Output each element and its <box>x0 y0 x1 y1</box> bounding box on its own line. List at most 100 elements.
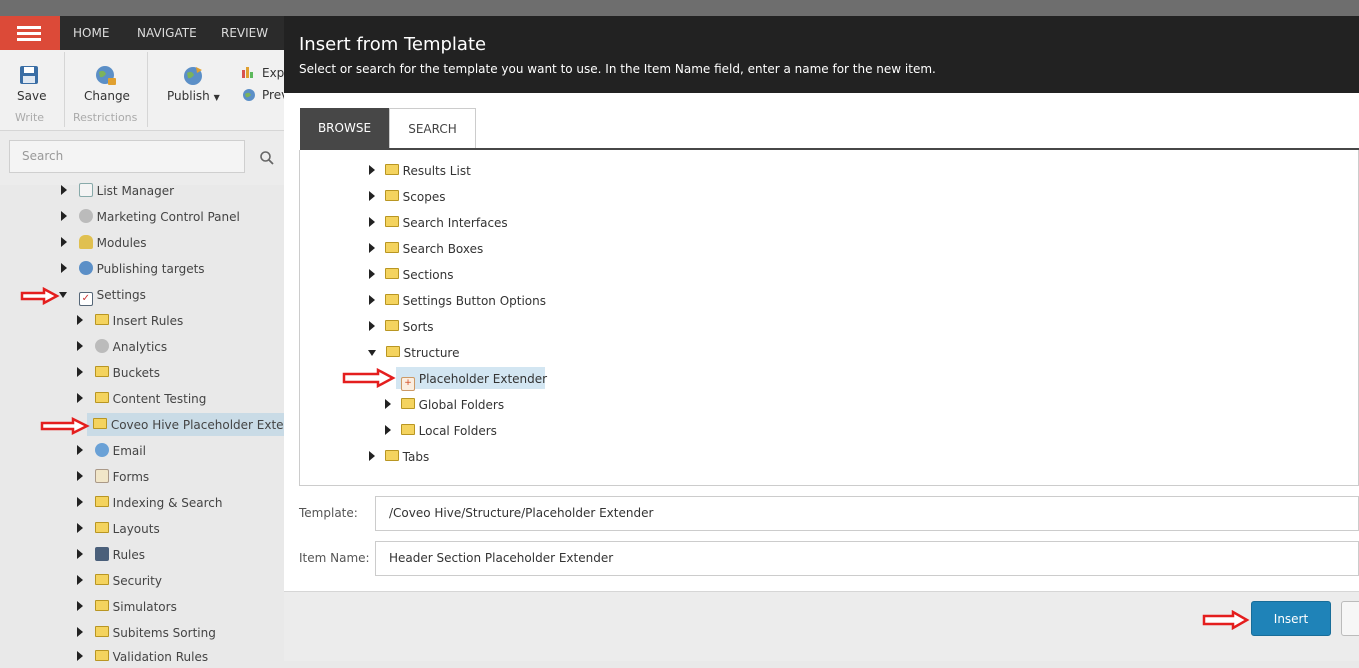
template-tree-item[interactable]: Search Boxes <box>369 238 483 260</box>
tree-item-validation-rules[interactable]: Validation Rules <box>77 646 208 668</box>
template-tree-item[interactable]: Results List <box>369 160 471 182</box>
expand-arrow-icon[interactable] <box>77 575 83 585</box>
tree-item-modules[interactable]: Modules <box>61 232 147 254</box>
tree-item-email[interactable]: Email <box>77 440 146 462</box>
folder-icon <box>384 320 399 331</box>
expand-arrow-icon[interactable] <box>61 211 67 221</box>
save-icon[interactable] <box>18 64 40 86</box>
search-icon[interactable] <box>259 150 275 166</box>
expand-arrow-icon[interactable] <box>77 523 83 533</box>
expand-arrow-icon[interactable] <box>385 425 391 435</box>
expand-arrow-icon[interactable] <box>77 367 83 377</box>
tree-item-list-manager[interactable]: List Manager <box>61 180 174 202</box>
tab-browse[interactable]: BROWSE <box>300 108 389 149</box>
tree-item-publishing-targets[interactable]: Publishing targets <box>61 258 205 280</box>
ribbon-divider <box>147 52 148 127</box>
search-input[interactable]: Search <box>9 140 245 173</box>
tree-item-coveo-hive-placeholder-extender[interactable]: Coveo Hive Placeholder Extend <box>93 414 299 436</box>
tree-item-buckets[interactable]: Buckets <box>77 362 160 384</box>
template-tree-item[interactable]: Sorts <box>369 316 434 338</box>
tree-item-layouts[interactable]: Layouts <box>77 518 160 540</box>
expand-arrow-icon[interactable] <box>369 217 375 227</box>
tree-item-label: Content Testing <box>112 392 207 406</box>
template-tree-item[interactable]: Structure <box>368 342 459 364</box>
template-tree-label: Scopes <box>402 190 446 204</box>
expand-arrow-icon[interactable] <box>77 627 83 637</box>
template-tree-item[interactable]: Scopes <box>369 186 445 208</box>
expand-arrow-icon[interactable] <box>369 269 375 279</box>
tree-item-forms[interactable]: Forms <box>77 466 149 488</box>
template-tree-item[interactable]: Search Interfaces <box>369 212 508 234</box>
template-field[interactable]: /Coveo Hive/Structure/Placeholder Extend… <box>375 496 1359 531</box>
tree-item-subitems-sorting[interactable]: Subitems Sorting <box>77 622 216 644</box>
tab-navigate[interactable]: NAVIGATE <box>137 16 197 50</box>
globe-lock-icon[interactable] <box>94 64 118 88</box>
collapse-arrow-icon[interactable] <box>59 292 67 298</box>
tab-home[interactable]: HOME <box>73 16 109 50</box>
folder-icon <box>384 164 399 175</box>
publish-globe-icon[interactable] <box>181 64 205 88</box>
expand-arrow-icon[interactable] <box>77 445 83 455</box>
expand-arrow-icon[interactable] <box>369 165 375 175</box>
tree-item-rules[interactable]: Rules <box>77 544 145 566</box>
hamburger-menu-button[interactable] <box>0 16 60 50</box>
change-button[interactable]: Change <box>84 89 130 103</box>
folder-icon <box>94 600 109 611</box>
expand-arrow-icon[interactable] <box>77 471 83 481</box>
tree-item-indexing-search[interactable]: Indexing & Search <box>77 492 222 514</box>
tree-item-label: Indexing & Search <box>112 496 223 510</box>
tree-item-content-testing[interactable]: Content Testing <box>77 388 206 410</box>
expand-arrow-icon[interactable] <box>369 243 375 253</box>
tree-item-label: Email <box>112 444 146 458</box>
tree-item-insert-rules[interactable]: Insert Rules <box>77 310 183 332</box>
tree-item-label: Layouts <box>112 522 160 536</box>
save-button[interactable]: Save <box>17 89 46 103</box>
tree-item-simulators[interactable]: Simulators <box>77 596 177 618</box>
expand-arrow-icon[interactable] <box>369 191 375 201</box>
tree-item-analytics[interactable]: Analytics <box>77 336 167 358</box>
tree-item-settings[interactable]: ✓ Settings <box>59 284 146 306</box>
tree-item-label: Simulators <box>112 600 177 614</box>
expand-arrow-icon[interactable] <box>77 601 83 611</box>
expand-arrow-icon[interactable] <box>369 321 375 331</box>
expand-arrow-icon[interactable] <box>369 295 375 305</box>
preview-icon[interactable] <box>242 88 256 102</box>
template-tree-item[interactable]: Sections <box>369 264 454 286</box>
expand-arrow-icon[interactable] <box>77 497 83 507</box>
template-tree-label: Placeholder Extender <box>418 372 548 386</box>
folder-icon <box>94 522 109 533</box>
template-tree-item[interactable]: Settings Button Options <box>369 290 546 312</box>
email-icon <box>94 443 109 457</box>
tree-item-label: Subitems Sorting <box>112 626 216 640</box>
experience-button[interactable]: Exp <box>262 66 284 80</box>
collapse-arrow-icon[interactable] <box>368 350 376 356</box>
folder-icon <box>94 496 109 507</box>
template-tree-item[interactable]: Global Folders <box>385 394 504 416</box>
expand-arrow-icon[interactable] <box>369 451 375 461</box>
expand-arrow-icon[interactable] <box>61 263 67 273</box>
experience-icon[interactable] <box>242 66 256 78</box>
tree-item-label: Analytics <box>112 340 168 354</box>
cancel-button[interactable] <box>1341 601 1359 636</box>
placeholder-extender-icon: + <box>401 377 415 391</box>
publish-label: Publish <box>167 89 210 103</box>
publish-button[interactable]: Publish ▼ <box>167 89 220 103</box>
template-tree-item[interactable]: Tabs <box>369 446 429 468</box>
expand-arrow-icon[interactable] <box>77 315 83 325</box>
tab-search[interactable]: SEARCH <box>389 108 476 149</box>
expand-arrow-icon[interactable] <box>61 185 67 195</box>
item-name-field[interactable]: Header Section Placeholder Extender <box>375 541 1359 576</box>
template-tree-item[interactable]: Local Folders <box>385 420 497 442</box>
tab-review[interactable]: REVIEW <box>221 16 268 50</box>
expand-arrow-icon[interactable] <box>77 549 83 559</box>
ribbon-divider <box>64 52 65 127</box>
tree-item-marketing-control-panel[interactable]: Marketing Control Panel <box>61 206 240 228</box>
tree-item-security[interactable]: Security <box>77 570 162 592</box>
insert-button[interactable]: Insert <box>1251 601 1331 636</box>
expand-arrow-icon[interactable] <box>385 399 391 409</box>
folder-icon <box>384 450 399 461</box>
expand-arrow-icon[interactable] <box>77 393 83 403</box>
expand-arrow-icon[interactable] <box>61 237 67 247</box>
template-tree-item-selected[interactable]: + Placeholder Extender <box>401 368 548 391</box>
expand-arrow-icon[interactable] <box>77 341 83 351</box>
